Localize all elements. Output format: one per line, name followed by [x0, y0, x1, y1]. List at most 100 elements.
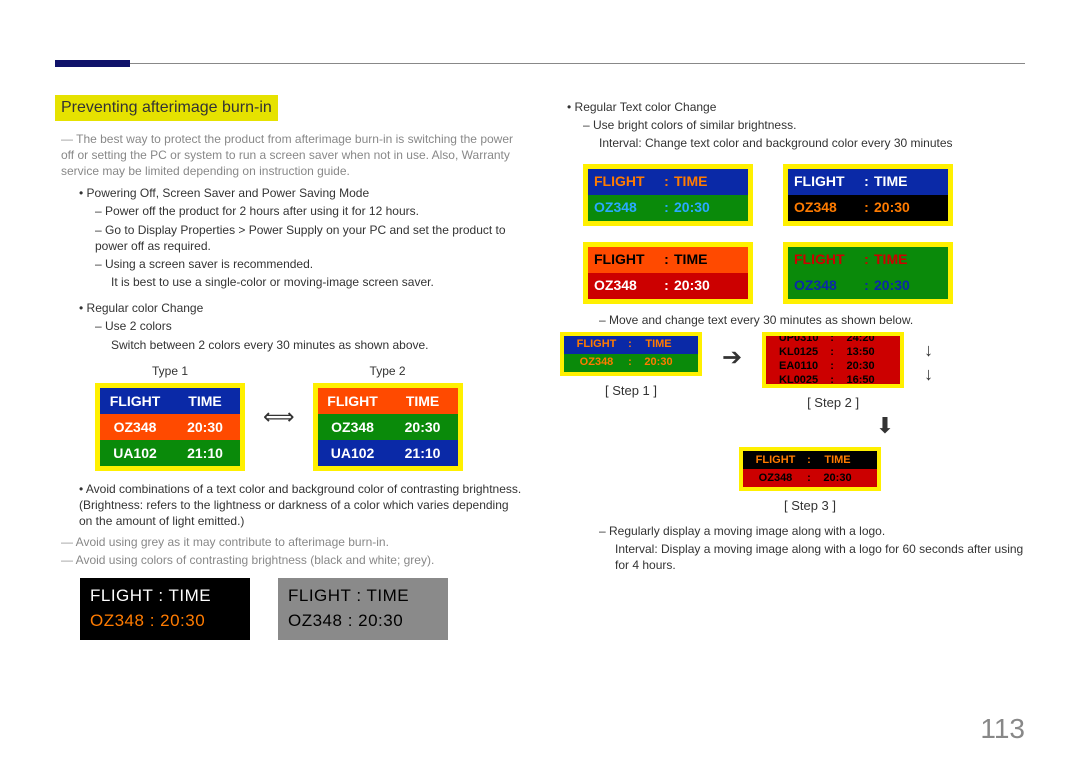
avoid-dash-list: Avoid using grey as it may contribute to… [55, 534, 525, 568]
type2-r2c1: UA102 [318, 440, 388, 466]
pb-r1sep: : [859, 172, 874, 191]
sub-use2-note: Switch between 2 colors every 30 minutes… [79, 337, 525, 353]
type1-block: Type 1 FLIGHT TIME OZ348 20:30 UA102 21:… [95, 363, 245, 471]
right-arrow-icon: ➔ [722, 342, 742, 374]
section-title: Preventing afterimage burn-in [55, 95, 278, 121]
pc-r1sep: : [659, 250, 674, 269]
type2-label: Type 2 [313, 363, 463, 379]
intro-dash-list: The best way to protect the product from… [55, 131, 525, 180]
board-grey-l2: OZ348 : 20:30 [288, 609, 438, 634]
step1-block: FLIGHT : TIME OZ348 : 20:30 [ Step 1 ] [560, 332, 702, 400]
board-grey-l1: FLIGHT : TIME [288, 584, 438, 609]
s2-r1sep: : [826, 345, 838, 360]
bullet-colorchange: Regular color Change Use 2 colors Switch… [79, 300, 525, 353]
type2-r1c2: 20:30 [388, 414, 458, 440]
type1-label: Type 1 [95, 363, 245, 379]
steps-row: FLIGHT : TIME OZ348 : 20:30 [ Step 1 ] ➔ [560, 332, 1025, 412]
pa-r2c2: 20:30 [674, 198, 729, 217]
type1-r2c1: UA102 [100, 440, 170, 466]
color-panels-grid: FLIGHT : TIME OZ348 : 20:30 FLIGHT : TIM… [583, 164, 1025, 304]
board-black-l2: OZ348 : 20:30 [90, 609, 240, 634]
s2-r0c2: 24:20 [838, 332, 883, 346]
bullet-poweroff: Powering Off, Screen Saver and Power Sav… [79, 185, 525, 290]
s2-r2sep: : [826, 359, 838, 374]
logo-note-list: Regularly display a moving image along w… [555, 523, 1025, 539]
panel-a: FLIGHT : TIME OZ348 : 20:30 [583, 164, 753, 226]
colorchange-sublist: Use 2 colors [79, 318, 525, 334]
s1-r1c2: TIME [636, 337, 681, 352]
sub-bright-interval: Interval: Change text color and backgrou… [567, 135, 1025, 151]
pc-r1c1: FLIGHT [594, 250, 659, 269]
sub-use2: Use 2 colors [95, 318, 525, 334]
panel-b: FLIGHT : TIME OZ348 : 20:30 [783, 164, 953, 226]
down-arrow-icon: ⬇ [876, 411, 894, 441]
page-number: 113 [980, 713, 1025, 745]
page-header-rule [55, 63, 1025, 64]
bullet-poweroff-label: Powering Off, Screen Saver and Power Sav… [87, 186, 370, 200]
bullet-avoid: Avoid combinations of a text color and b… [79, 481, 525, 530]
bullet-list-1: Powering Off, Screen Saver and Power Sav… [55, 185, 525, 353]
bullet-textcolor: Regular Text color Change Use bright col… [567, 99, 1025, 152]
type1-hdr-time: TIME [170, 388, 240, 414]
right-column: Regular Text color Change Use bright col… [555, 95, 1025, 640]
s1-r2c2: 20:30 [636, 355, 681, 370]
avoid-bullet-list: Avoid combinations of a text color and b… [55, 481, 525, 530]
type2-block: Type 2 FLIGHT TIME OZ348 20:30 UA102 21:… [313, 363, 463, 471]
logo-note-interval: Interval: Display a moving image along w… [555, 541, 1025, 573]
sub-brightcolors: Use bright colors of similar brightness. [583, 117, 1025, 133]
step1-board: FLIGHT : TIME OZ348 : 20:30 [560, 332, 702, 376]
s1-r1sep: : [624, 337, 636, 352]
pd-r2c2: 20:30 [874, 276, 929, 295]
type2-hdr-flight: FLIGHT [318, 388, 388, 414]
poweroff-sublist: Power off the product for 2 hours after … [79, 203, 525, 272]
scroll-down-arrows-icon: ↓↓ [924, 338, 933, 387]
pa-r2c1: OZ348 [594, 198, 659, 217]
logo-note: Regularly display a moving image along w… [599, 523, 1025, 539]
pb-r2c1: OZ348 [794, 198, 859, 217]
pb-r1c1: FLIGHT [794, 172, 859, 191]
pd-r2sep: : [859, 276, 874, 295]
avoid-text-1: Avoid combinations of a text color and b… [86, 482, 521, 496]
s3-r1sep: : [803, 453, 815, 468]
pc-r2c1: OZ348 [594, 276, 659, 295]
pc-r2sep: : [659, 276, 674, 295]
step3-block: FLIGHT : TIME OZ348 : 20:30 [ Step 3 ] [730, 447, 890, 515]
s3-r1c1: FLIGHT [748, 453, 803, 468]
move-note: Move and change text every 30 minutes as… [599, 312, 1025, 328]
pa-r1c2: TIME [674, 172, 729, 191]
step1-label: [ Step 1 ] [560, 382, 702, 400]
pb-r2sep: : [859, 198, 874, 217]
sub-poweroff-3: Using a screen saver is recommended. [95, 256, 525, 272]
s3-r2c1: OZ348 [748, 471, 803, 486]
s2-r1c2: 13:50 [838, 345, 883, 360]
type1-r1c2: 20:30 [170, 414, 240, 440]
s2-r1c1: KL0125 [771, 345, 826, 360]
content-columns: Preventing afterimage burn-in The best w… [55, 95, 1025, 640]
type-tables-row: Type 1 FLIGHT TIME OZ348 20:30 UA102 21:… [95, 363, 525, 471]
type2-hdr-time: TIME [388, 388, 458, 414]
type1-table: FLIGHT TIME OZ348 20:30 UA102 21:10 [95, 383, 245, 471]
pa-r1sep: : [659, 172, 674, 191]
pd-r1c1: FLIGHT [794, 250, 859, 269]
sub-poweroff-1: Power off the product for 2 hours after … [95, 203, 525, 219]
pd-r1sep: : [859, 250, 874, 269]
contrast-boards: FLIGHT : TIME OZ348 : 20:30 FLIGHT : TIM… [80, 578, 525, 640]
pc-r2c2: 20:30 [674, 276, 729, 295]
move-note-list: Move and change text every 30 minutes as… [555, 312, 1025, 328]
pb-r2c2: 20:30 [874, 198, 929, 217]
pd-r2c1: OZ348 [794, 276, 859, 295]
s2-r0c1: UP0310 [771, 332, 826, 346]
intro-text: The best way to protect the product from… [61, 131, 525, 180]
step2-label: [ Step 2 ] [762, 394, 904, 412]
step3-label: [ Step 3 ] [730, 497, 890, 515]
s1-r2sep: : [624, 355, 636, 370]
bullet-colorchange-label: Regular color Change [87, 301, 204, 315]
s3-r2c2: 20:30 [815, 471, 860, 486]
dash-avoid-grey: Avoid using grey as it may contribute to… [61, 534, 525, 550]
type2-table: FLIGHT TIME OZ348 20:30 UA102 21:10 [313, 383, 463, 471]
step3-board: FLIGHT : TIME OZ348 : 20:30 [739, 447, 881, 491]
type2-r2c2: 21:10 [388, 440, 458, 466]
s2-r0sep: : [826, 332, 838, 346]
type1-hdr-flight: FLIGHT [100, 388, 170, 414]
right-bullet-list: Regular Text color Change Use bright col… [555, 99, 1025, 152]
